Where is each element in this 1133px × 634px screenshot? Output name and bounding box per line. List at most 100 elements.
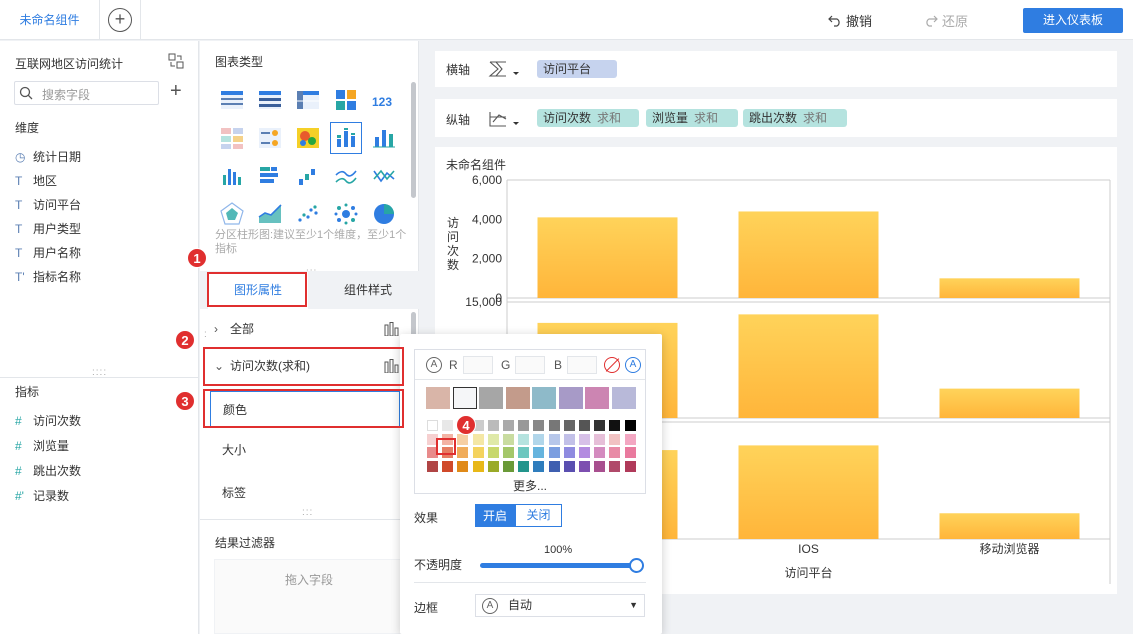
radar-chart-icon[interactable]: [219, 201, 245, 227]
more-colors-link[interactable]: 更多...: [415, 477, 645, 494]
color-swatch[interactable]: [487, 433, 499, 445]
g-input[interactable]: [515, 356, 545, 374]
color-swatch[interactable]: [457, 433, 469, 445]
field-item[interactable]: T' 指标名称: [15, 268, 81, 286]
color-swatch[interactable]: [457, 447, 469, 458]
size-property[interactable]: 大小: [210, 432, 400, 468]
color-swatch[interactable]: [563, 447, 575, 458]
color-swatch[interactable]: [487, 447, 499, 458]
color-swatch[interactable]: [442, 420, 454, 431]
color-table-icon[interactable]: [219, 125, 245, 151]
field-item[interactable]: # 浏览量: [15, 437, 69, 455]
color-swatch[interactable]: [594, 420, 606, 431]
color-swatch[interactable]: [585, 387, 609, 409]
color-swatch[interactable]: [487, 420, 499, 431]
color-swatch[interactable]: [442, 460, 454, 472]
field-item[interactable]: ◷ 统计日期: [15, 148, 81, 166]
color-swatch[interactable]: [609, 433, 621, 445]
color-swatch[interactable]: [518, 433, 530, 445]
color-swatch[interactable]: [548, 447, 560, 458]
color-swatch[interactable]: [624, 447, 636, 458]
drag-handle[interactable]: :: [204, 330, 208, 340]
accordion-all[interactable]: › 全部: [200, 311, 410, 347]
b-input[interactable]: [567, 356, 597, 374]
field-item[interactable]: # 跳出次数: [15, 462, 81, 480]
panel-resize-handle[interactable]: :::: [302, 508, 313, 518]
color-swatch[interactable]: [427, 420, 438, 431]
color-swatch[interactable]: [594, 460, 606, 472]
border-select[interactable]: A 自动 ▼: [475, 594, 645, 617]
color-swatch[interactable]: [579, 433, 590, 445]
label-property[interactable]: 标签: [210, 475, 400, 511]
search-field[interactable]: 搜索字段: [14, 81, 159, 105]
add-field-button[interactable]: +: [170, 81, 182, 101]
field-item[interactable]: # 访问次数: [15, 412, 81, 430]
color-swatch[interactable]: [533, 433, 545, 445]
color-swatch[interactable]: [611, 387, 636, 409]
opacity-slider[interactable]: [480, 563, 638, 568]
color-swatch[interactable]: [503, 420, 514, 431]
color-swatch[interactable]: [558, 387, 583, 409]
undo-button[interactable]: 撤销: [828, 11, 872, 30]
color-swatch[interactable]: [563, 420, 575, 431]
y-axis-chip[interactable]: 跳出次数 求和: [743, 109, 847, 127]
color-swatch[interactable]: [624, 433, 636, 445]
no-fill-icon[interactable]: [604, 357, 620, 373]
color-swatch[interactable]: [518, 460, 530, 472]
color-swatch[interactable]: [503, 460, 514, 472]
group-table-icon[interactable]: [257, 87, 283, 113]
color-swatch[interactable]: [503, 433, 514, 445]
tile-chart-icon[interactable]: [333, 87, 359, 113]
y-axis-chip[interactable]: 访问次数 求和: [537, 109, 639, 127]
add-tab-button[interactable]: +: [108, 8, 132, 32]
color-swatch[interactable]: [594, 433, 606, 445]
color-swatch[interactable]: [548, 460, 560, 472]
filter-drop-zone[interactable]: 拖入字段: [214, 559, 404, 634]
color-swatch[interactable]: [472, 460, 484, 472]
color-swatch[interactable]: [505, 387, 530, 409]
x-axis-chip[interactable]: 访问平台: [537, 60, 617, 78]
color-swatch[interactable]: [472, 447, 484, 458]
color-swatch[interactable]: [503, 447, 514, 458]
field-item[interactable]: T 用户类型: [15, 220, 81, 238]
panel-resize-handle[interactable]: ::::: [92, 368, 107, 378]
color-swatch[interactable]: [532, 387, 556, 409]
horizontal-bar-icon[interactable]: [257, 163, 283, 189]
color-swatch[interactable]: [426, 387, 450, 409]
color-swatch[interactable]: [624, 460, 636, 472]
table-chart-icon[interactable]: [219, 87, 245, 113]
enter-dashboard-button[interactable]: 进入仪表板: [1023, 8, 1123, 33]
kpi-number-icon[interactable]: 123: [371, 87, 397, 113]
waterfall-chart-icon[interactable]: [295, 163, 321, 189]
field-item[interactable]: T 访问平台: [15, 196, 81, 214]
chart-type-scrollbar[interactable]: [411, 82, 416, 198]
color-swatch[interactable]: [452, 387, 477, 409]
color-swatch[interactable]: [609, 420, 621, 431]
color-swatch[interactable]: [533, 460, 545, 472]
stacked-bar-icon[interactable]: [371, 125, 397, 151]
color-swatch[interactable]: [609, 447, 621, 458]
axis-sort-icon[interactable]: [487, 109, 521, 129]
color-swatch[interactable]: [563, 433, 575, 445]
color-swatch[interactable]: [487, 460, 499, 472]
cross-table-icon[interactable]: [295, 87, 321, 113]
redo-button[interactable]: 还原: [924, 11, 968, 30]
color-swatch[interactable]: [427, 460, 438, 472]
field-item[interactable]: T 地区: [15, 172, 57, 190]
axis-sort-icon[interactable]: [487, 59, 521, 79]
color-swatch[interactable]: [624, 420, 636, 431]
heatmap-icon[interactable]: [295, 125, 321, 151]
auto-color-icon[interactable]: A: [426, 357, 442, 373]
color-swatch[interactable]: [472, 433, 484, 445]
pie-chart-icon[interactable]: [371, 201, 397, 227]
auto-color-icon[interactable]: A: [625, 357, 641, 373]
bar-chart-icon[interactable]: [219, 163, 245, 189]
bubble-chart-icon[interactable]: [333, 201, 359, 227]
area-chart-icon[interactable]: [257, 201, 283, 227]
color-swatch[interactable]: [533, 420, 545, 431]
color-swatch[interactable]: [457, 460, 469, 472]
field-item[interactable]: #' 记录数: [15, 487, 69, 505]
color-swatch[interactable]: [594, 447, 606, 458]
opacity-slider-handle[interactable]: [629, 558, 644, 573]
color-swatch[interactable]: [518, 420, 530, 431]
